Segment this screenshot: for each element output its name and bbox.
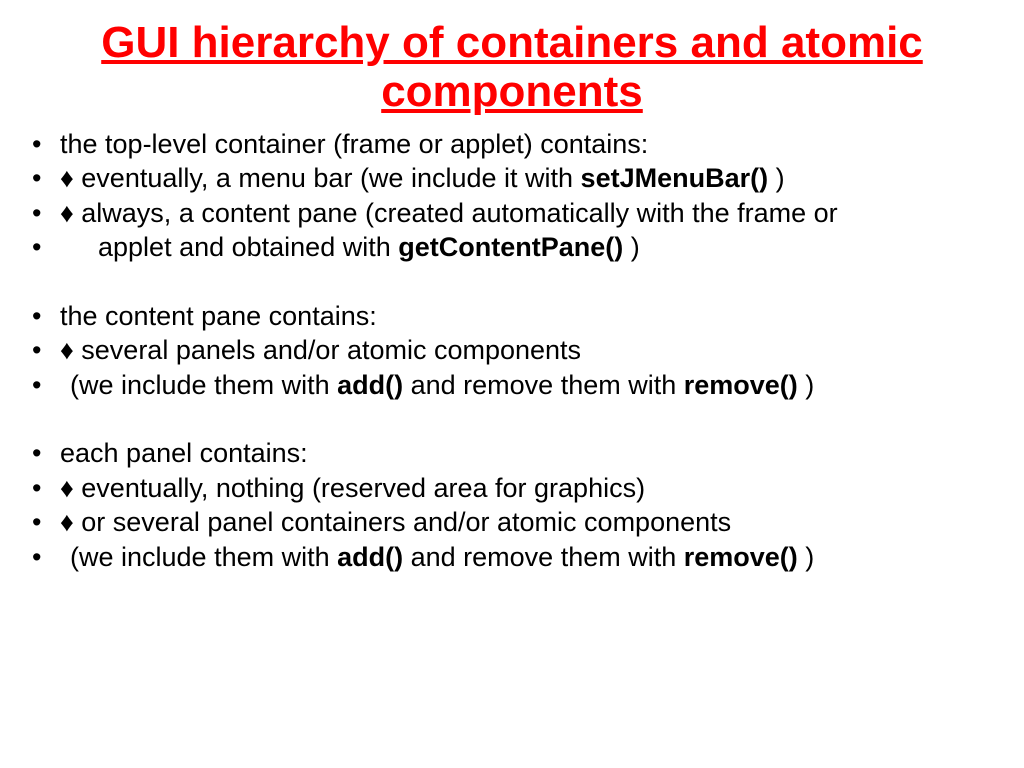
slide-title: GUI hierarchy of containers and atomic c… bbox=[10, 18, 1014, 117]
text-part: ) bbox=[798, 370, 815, 400]
bullet-text: several panels and/or atomic components bbox=[74, 335, 581, 365]
list-item: (we include them with add() and remove t… bbox=[60, 368, 1004, 403]
text-part: ) bbox=[623, 232, 640, 262]
bold-text: remove() bbox=[684, 542, 798, 572]
bullet-text: eventually, nothing (reserved area for g… bbox=[74, 473, 645, 503]
diamond-icon: ♦ bbox=[60, 471, 74, 506]
bullet-text: the top-level container (frame or applet… bbox=[60, 129, 648, 159]
list-item: the top-level container (frame or applet… bbox=[60, 127, 1004, 162]
diamond-icon: ♦ bbox=[60, 333, 74, 368]
bullet-text: always, a content pane (created automati… bbox=[74, 198, 838, 228]
list-item: the content pane contains: bbox=[60, 299, 1004, 334]
text-part: and remove them with bbox=[403, 370, 684, 400]
text-part: applet and obtained with bbox=[98, 232, 398, 262]
bullet-text: applet and obtained with getContentPane(… bbox=[60, 232, 640, 262]
list-item: ♦ several panels and/or atomic component… bbox=[60, 333, 1004, 368]
text-part: (we include them with bbox=[70, 370, 337, 400]
bold-text: setJMenuBar() bbox=[581, 163, 769, 193]
spacer bbox=[60, 265, 1004, 299]
bullet-text: or several panel containers and/or atomi… bbox=[74, 507, 731, 537]
bold-text: remove() bbox=[684, 370, 798, 400]
diamond-icon: ♦ bbox=[60, 505, 74, 540]
list-item: ♦ always, a content pane (created automa… bbox=[60, 196, 1004, 231]
list-item: applet and obtained with getContentPane(… bbox=[60, 230, 1004, 265]
text-part: and remove them with bbox=[403, 542, 684, 572]
bullet-text: ) bbox=[768, 163, 785, 193]
bold-text: add() bbox=[337, 542, 403, 572]
text-part: ) bbox=[798, 542, 815, 572]
list-item: ♦ eventually, nothing (reserved area for… bbox=[60, 471, 1004, 506]
bullet-text: each panel contains: bbox=[60, 438, 308, 468]
bullet-text: the content pane contains: bbox=[60, 301, 377, 331]
bullet-text: eventually, a menu bar (we include it wi… bbox=[74, 163, 581, 193]
list-item: each panel contains: bbox=[60, 436, 1004, 471]
bullet-text: (we include them with add() and remove t… bbox=[60, 370, 814, 400]
bullet-text: (we include them with add() and remove t… bbox=[60, 542, 814, 572]
diamond-icon: ♦ bbox=[60, 196, 74, 231]
text-part: (we include them with bbox=[70, 542, 337, 572]
list-item: ♦ eventually, a menu bar (we include it … bbox=[60, 161, 1004, 196]
list-item: ♦ or several panel containers and/or ato… bbox=[60, 505, 1004, 540]
bold-text: add() bbox=[337, 370, 403, 400]
diamond-icon: ♦ bbox=[60, 161, 74, 196]
spacer bbox=[60, 402, 1004, 436]
list-item: (we include them with add() and remove t… bbox=[60, 540, 1004, 575]
bold-text: getContentPane() bbox=[398, 232, 623, 262]
bullet-list: the top-level container (frame or applet… bbox=[10, 127, 1014, 575]
slide: GUI hierarchy of containers and atomic c… bbox=[0, 0, 1024, 768]
